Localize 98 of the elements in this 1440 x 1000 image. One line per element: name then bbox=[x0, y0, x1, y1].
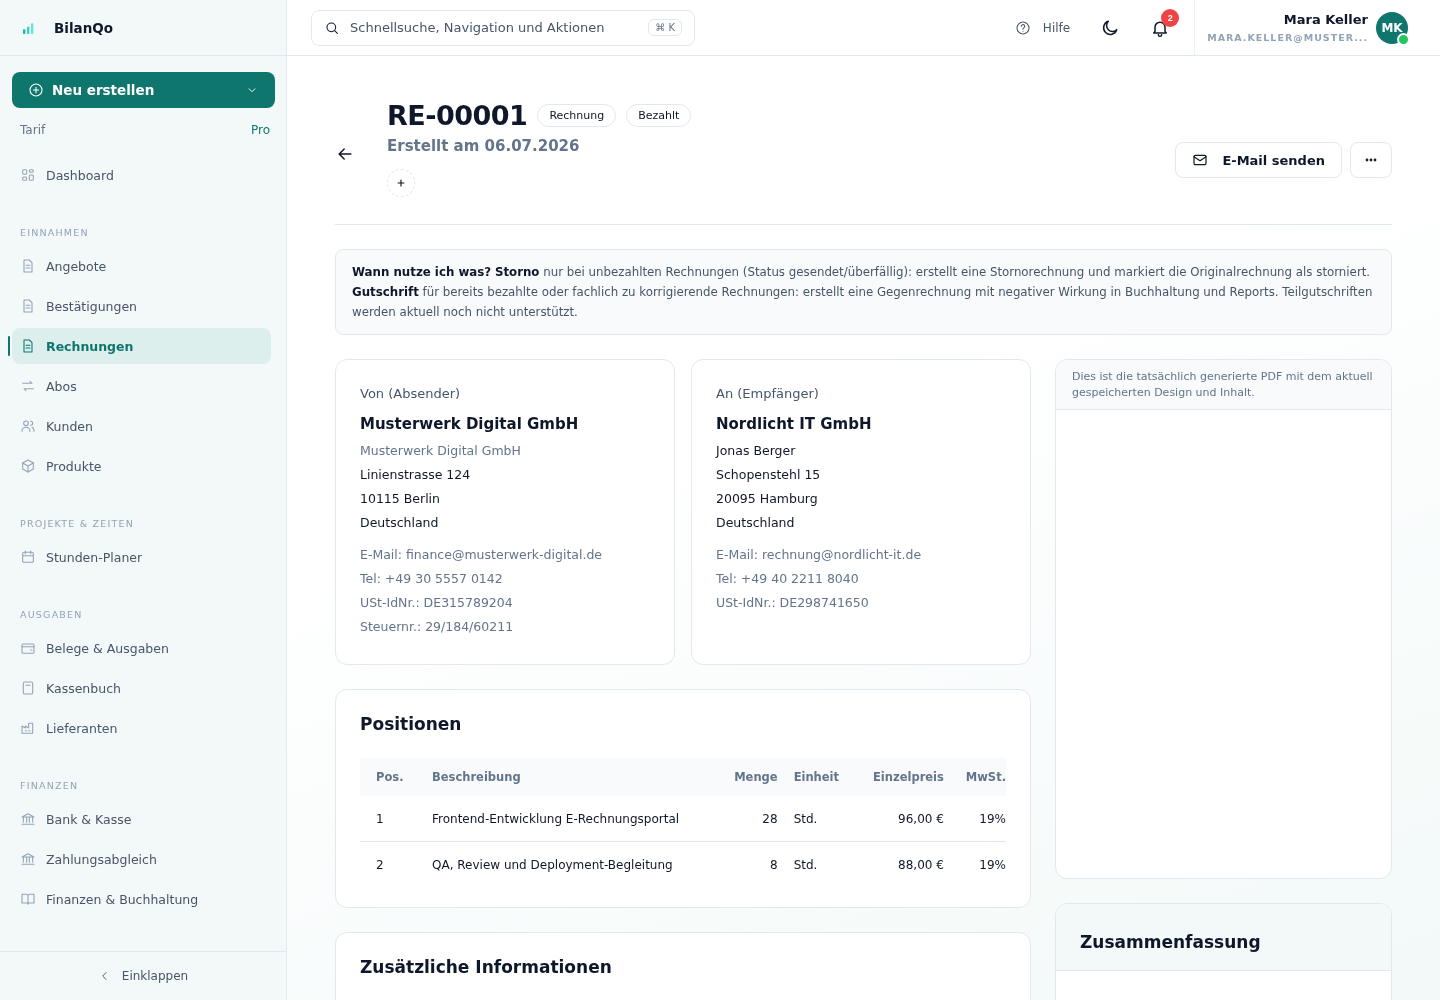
user-email: MARA.KELLER@MUSTER... bbox=[1207, 32, 1368, 43]
search-icon bbox=[324, 19, 340, 36]
plan-label: Tarif bbox=[20, 123, 46, 137]
nav-item[interactable]: Kunden bbox=[12, 408, 271, 444]
company-name: Musterwerk Digital GmbH bbox=[360, 415, 580, 433]
column-header: Einzelpreis bbox=[854, 758, 952, 796]
nav-item[interactable]: Produkte bbox=[12, 448, 271, 484]
invoice-tag: Bezahlt bbox=[626, 104, 692, 127]
book-icon bbox=[20, 891, 36, 907]
info-notice: Wann nutze ich was? Storno nur bei unbezahlten Rechnungen (Status gesendet/überfällig): erstellt eine Stornorechnung und markiert die Originalrechnung als storniert. Gutschrift für bereits bezahlte oder fachlich zu korrigierende Rechnungen: erstellt eine Gegenrechnung mit negativer Wirkung in Buchhaltung und Reports. Teilgutschriften werden aktuell noch nicht unterstützt. bbox=[335, 249, 1392, 335]
nav-item[interactable]: Stunden-Planer bbox=[12, 539, 271, 575]
document-icon bbox=[20, 298, 36, 314]
shortcut-key: ⌘ K bbox=[648, 19, 682, 36]
table-cell: 19% bbox=[951, 841, 1006, 887]
plus-circle-icon bbox=[28, 82, 44, 98]
add-button[interactable] bbox=[387, 169, 415, 197]
address-line: Deutschland bbox=[360, 514, 440, 532]
address-line: 20095 Hamburg bbox=[716, 490, 819, 508]
nav-item[interactable]: Lieferanten bbox=[12, 710, 271, 746]
section-title: EINNAHMEN bbox=[19, 226, 90, 240]
search-input[interactable]: Schnellsuche, Navigation und Aktionen bbox=[348, 19, 641, 36]
nav-item[interactable]: Kassenbuch bbox=[12, 670, 271, 706]
notifications-button[interactable]: 2 bbox=[1144, 11, 1177, 44]
email-button[interactable]: E-Mail senden bbox=[1175, 142, 1342, 178]
wallet-icon bbox=[20, 640, 36, 656]
bank-icon bbox=[20, 851, 36, 867]
address-line: 10115 Berlin bbox=[360, 490, 441, 508]
bank-icon bbox=[20, 811, 36, 827]
notification-count: 2 bbox=[1161, 8, 1180, 27]
table-cell: Std. bbox=[785, 796, 855, 842]
contact-line: E-Mail: rechnung@nordlicht-it.de bbox=[716, 546, 923, 564]
nav-item[interactable]: Bestätigungen bbox=[12, 288, 271, 324]
contact-line: Steuernr.: 29/184/60211 bbox=[360, 618, 515, 636]
invoice-title: RE-00001 bbox=[387, 100, 528, 131]
table-cell: Std. bbox=[785, 841, 855, 887]
help-icon bbox=[1014, 19, 1031, 36]
nav-item[interactable]: Abos bbox=[12, 368, 271, 404]
preview-note: Dies ist die tatsächlich generierte PDF mit dem aktuell gespeicherten Design und Inhalt. bbox=[1056, 360, 1391, 410]
plan-value: Pro bbox=[250, 123, 270, 137]
search-field[interactable]: Schnellsuche, Navigation und Aktionen ⌘ K bbox=[311, 9, 695, 46]
collapse-button[interactable]: Einklappen bbox=[91, 968, 195, 984]
table-cell: QA, Review und Deployment-Begleitung bbox=[424, 841, 719, 887]
created-date: Erstellt am 06.07.2026 bbox=[387, 137, 581, 155]
address-line: Linienstrasse 124 bbox=[360, 466, 472, 484]
invoice-tag: Rechnung bbox=[537, 104, 617, 127]
nav-item[interactable]: Angebote bbox=[12, 248, 271, 284]
arrows-icon bbox=[20, 378, 36, 394]
address-line: Schopenstehl 15 bbox=[716, 466, 822, 484]
contact-line: Tel: +49 40 2211 8040 bbox=[716, 570, 860, 588]
table-cell: 96,00 € bbox=[854, 796, 952, 842]
create-button[interactable]: Neu erstellen bbox=[12, 72, 275, 108]
building-icon bbox=[20, 720, 36, 736]
address-line: Deutschland bbox=[716, 514, 796, 532]
user-menu[interactable]: Mara Keller MARA.KELLER@MUSTER... MK bbox=[1194, 0, 1408, 55]
section-title: AUSGABEN bbox=[19, 608, 84, 622]
contact-line: USt-IdNr.: DE298741650 bbox=[716, 594, 870, 612]
card-heading: Von (Absender) bbox=[360, 386, 462, 401]
address-line: Jonas Berger bbox=[716, 442, 797, 460]
section-title: FINANZEN bbox=[19, 779, 80, 793]
dashboard-icon bbox=[20, 167, 36, 183]
table-cell: 8 bbox=[718, 841, 786, 887]
column-header: Beschreibung bbox=[424, 758, 719, 796]
contact-line: USt-IdNr.: DE315789204 bbox=[360, 594, 514, 612]
contact-line: E-Mail: finance@musterwerk-digital.de bbox=[360, 546, 604, 564]
nav-item[interactable]: Dashboard bbox=[12, 157, 271, 193]
table-cell: 19% bbox=[951, 796, 1006, 842]
section-title: PROJEKTE & ZEITEN bbox=[19, 517, 135, 531]
nav-item[interactable]: Bank & Kasse bbox=[12, 801, 271, 837]
column-header: Pos. bbox=[360, 758, 424, 796]
card-title: Zusammenfassung bbox=[1056, 904, 1391, 971]
help-button[interactable]: Hilfe bbox=[1008, 18, 1077, 37]
calendar-icon bbox=[20, 549, 36, 565]
column-header: MwSt. bbox=[951, 758, 1006, 796]
nav-item[interactable]: Belege & Ausgaben bbox=[12, 630, 271, 666]
nav-item[interactable]: Finanzen & Buchhaltung bbox=[12, 881, 271, 917]
users-icon bbox=[20, 418, 36, 434]
card-heading: An (Empfänger) bbox=[716, 386, 820, 401]
book-icon bbox=[20, 680, 36, 696]
card-title: Positionen bbox=[360, 714, 463, 734]
contact-line: Tel: +49 30 5557 0142 bbox=[360, 570, 504, 588]
table-cell: 2 bbox=[360, 841, 424, 887]
table-cell: 1 bbox=[360, 796, 424, 842]
mail-icon bbox=[1192, 152, 1209, 168]
nav-item[interactable]: Zahlungsabgleich bbox=[12, 841, 271, 877]
column-header: Einheit bbox=[785, 758, 855, 796]
table-cell: 28 bbox=[718, 796, 786, 842]
document-icon bbox=[20, 338, 36, 354]
column-header: Menge bbox=[718, 758, 786, 796]
avatar: MK bbox=[1376, 11, 1408, 44]
company-name: Nordlicht IT GmbH bbox=[716, 415, 873, 433]
brand-name: BilanQo bbox=[54, 19, 114, 36]
cube-icon bbox=[20, 458, 36, 474]
user-name: Mara Keller bbox=[1282, 12, 1368, 27]
card-title: Zusätzliche Informationen bbox=[360, 957, 613, 977]
address-line: Musterwerk Digital GmbH bbox=[360, 442, 522, 460]
table-cell: Frontend-Entwicklung E-Rechnungsportal bbox=[424, 796, 719, 842]
document-icon bbox=[20, 258, 36, 274]
table-cell: 88,00 € bbox=[854, 841, 952, 887]
